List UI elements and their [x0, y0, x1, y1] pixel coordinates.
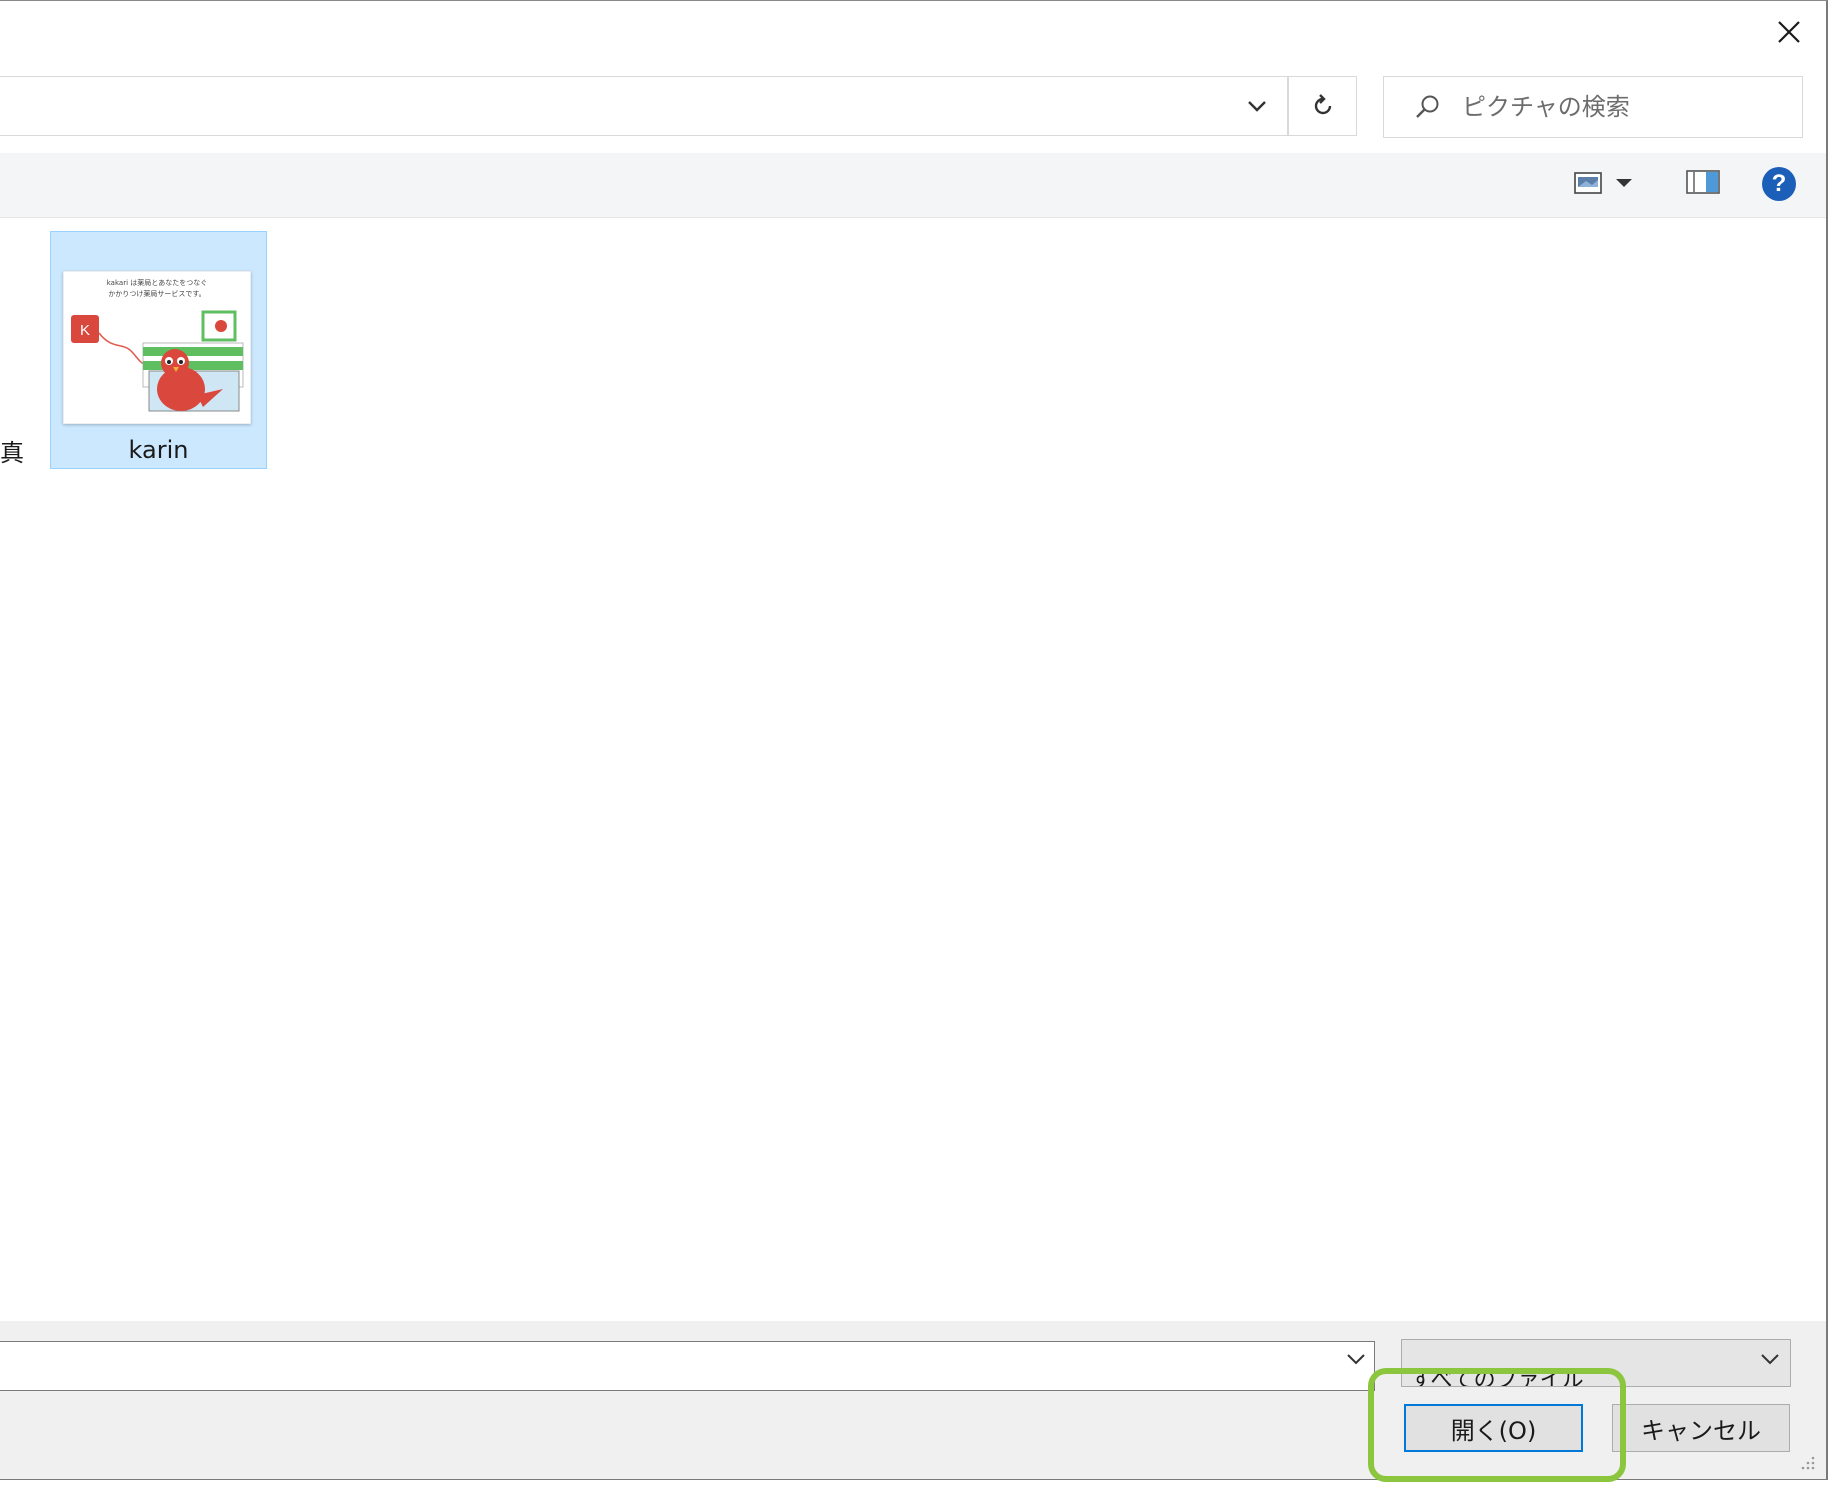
- close-button[interactable]: [1762, 7, 1816, 57]
- search-input[interactable]: [1460, 92, 1764, 122]
- open-button[interactable]: 開く(O): [1404, 1404, 1583, 1452]
- file-item-label: karin: [128, 436, 189, 464]
- chevron-down-icon: [1761, 1354, 1779, 1365]
- close-icon: [1778, 21, 1800, 43]
- view-thumbnail-icon: [1574, 172, 1602, 194]
- file-type-value: すべてのファイル: [1410, 1368, 1584, 1387]
- dialog-footer: すべてのファイル 開く(O) キャンセル: [0, 1321, 1826, 1479]
- cancel-button[interactable]: キャンセル: [1612, 1404, 1790, 1452]
- refresh-icon: [1314, 94, 1331, 115]
- thumbnail-caption-2: かかりつけ薬局サービスです。: [108, 289, 205, 298]
- chevron-down-icon[interactable]: [1346, 1352, 1366, 1366]
- file-item-karin[interactable]: kakari は薬局とあなたをつなぐ かかりつけ薬局サービスです。 K kari…: [50, 231, 267, 469]
- filename-input[interactable]: [0, 1341, 1375, 1391]
- address-bar[interactable]: [0, 76, 1288, 136]
- title-bar: [0, 1, 1826, 67]
- file-item-partial-label[interactable]: 真: [0, 433, 24, 468]
- preview-pane-icon: [1686, 170, 1720, 194]
- file-type-select[interactable]: すべてのファイル: [1401, 1339, 1791, 1387]
- preview-pane-button[interactable]: [1686, 169, 1720, 199]
- chevron-down-icon: [1248, 101, 1266, 112]
- address-history-dropdown[interactable]: [1227, 77, 1287, 135]
- refresh-button[interactable]: [1288, 76, 1357, 136]
- help-button[interactable]: ?: [1762, 167, 1796, 201]
- command-toolbar: ?: [0, 153, 1826, 218]
- search-box[interactable]: [1383, 76, 1803, 138]
- file-thumbnail: kakari は薬局とあなたをつなぐ かかりつけ薬局サービスです。 K: [62, 270, 252, 425]
- caret-down-icon: [1616, 179, 1632, 187]
- thumbnail-caption-1: kakari は薬局とあなたをつなぐ: [107, 278, 208, 287]
- thumbnail-illustration: kakari は薬局とあなたをつなぐ かかりつけ薬局サービスです。 K: [62, 270, 252, 425]
- file-list-view[interactable]: kakari は薬局とあなたをつなぐ かかりつけ薬局サービスです。 K kari…: [0, 218, 1826, 1322]
- search-icon: [1412, 92, 1442, 122]
- file-open-dialog: ? kakari は薬局とあなたをつなぐ かかりつけ薬局サービスです。 K: [0, 0, 1828, 1480]
- change-view-button[interactable]: [1574, 171, 1632, 195]
- thumbnail-badge: K: [80, 322, 90, 339]
- resize-grip-icon[interactable]: [1800, 1455, 1816, 1471]
- help-icon: ?: [1771, 170, 1787, 197]
